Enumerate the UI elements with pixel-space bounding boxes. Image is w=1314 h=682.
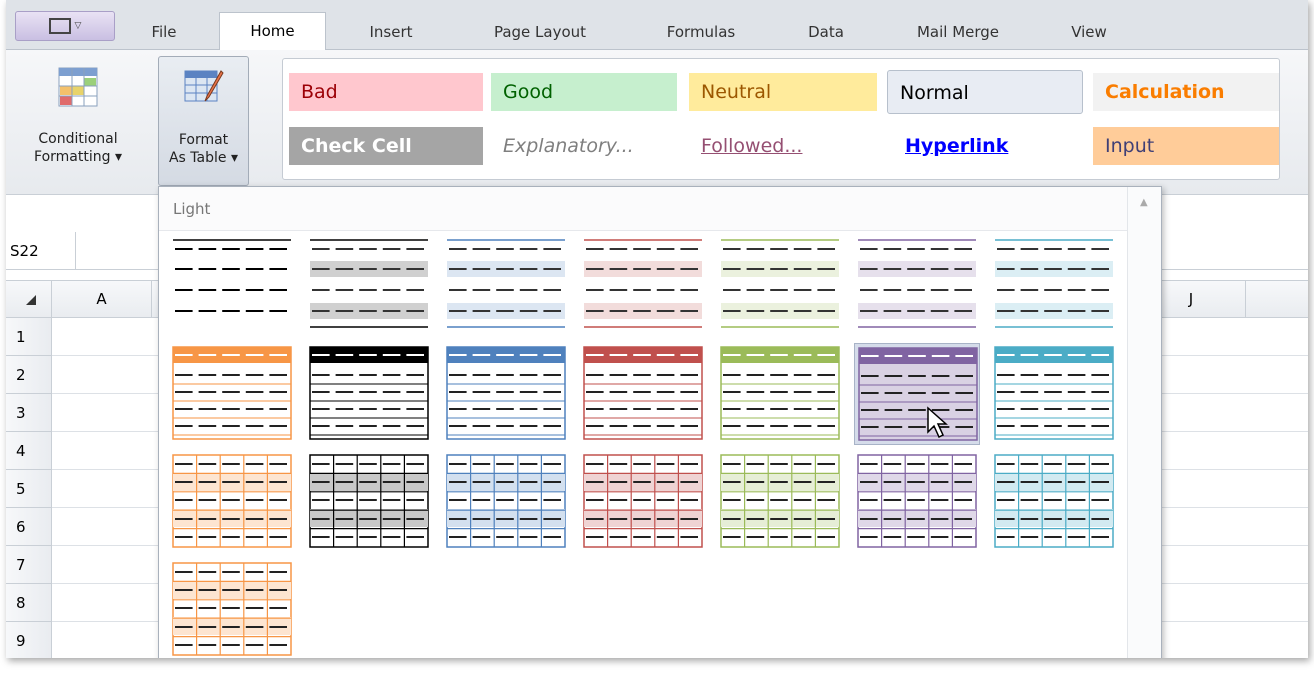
table-style-option[interactable] (169, 235, 295, 337)
row-header[interactable]: 1 (6, 318, 52, 356)
row-header[interactable]: 2 (6, 356, 52, 394)
tab-view[interactable]: View (1064, 14, 1114, 50)
row-header[interactable]: 7 (6, 546, 52, 584)
name-box[interactable]: S22 (6, 232, 76, 270)
row-header[interactable]: 6 (6, 508, 52, 546)
cell-style-calculation[interactable]: Calculation (1093, 73, 1279, 111)
table-style-option[interactable] (854, 235, 980, 337)
table-style-option[interactable] (580, 235, 706, 337)
cell-style-hyperlink[interactable]: Hyperlink (893, 127, 1083, 165)
mouse-pointer-icon (923, 404, 948, 439)
cell-style-good[interactable]: Good (491, 73, 677, 111)
application-menu-icon (48, 18, 71, 34)
row-header[interactable]: 9 (6, 622, 52, 658)
cell-style-check-cell[interactable]: Check Cell (289, 127, 483, 165)
table-style-option[interactable] (443, 451, 569, 553)
row-header[interactable]: 3 (6, 394, 52, 432)
cell-style-input[interactable]: Input (1093, 127, 1279, 165)
format-as-table-label-2: As Table ▾ (168, 150, 238, 166)
row-header[interactable]: 8 (6, 584, 52, 622)
dropdown-arrow-icon: ▽ (74, 21, 82, 31)
table-style-option[interactable] (717, 343, 843, 445)
conditional-formatting-label-1: Conditional (38, 131, 118, 147)
table-style-option[interactable] (717, 235, 843, 337)
application-menu-button[interactable]: ▽ (15, 11, 115, 41)
cell-style-neutral[interactable]: Neutral (689, 73, 877, 111)
scroll-up-icon: ▲ (1140, 197, 1148, 208)
table-style-option[interactable] (991, 235, 1117, 337)
tab-data[interactable]: Data (799, 14, 853, 50)
conditional-formatting-icon (57, 66, 99, 108)
column-header-a[interactable]: A (52, 281, 152, 317)
cell-style-followed-hyperlink[interactable]: Followed... (689, 127, 877, 165)
table-style-option[interactable] (169, 343, 295, 445)
cell-style-explanatory[interactable]: Explanatory... (491, 127, 677, 165)
conditional-formatting-button[interactable]: Conditional Formatting ▾ (20, 56, 136, 186)
table-style-option[interactable] (306, 235, 432, 337)
tab-insert[interactable]: Insert (358, 14, 424, 50)
table-style-option[interactable] (991, 343, 1117, 445)
ribbon-tab-bar: ▽ File Home Insert Page Layout Formulas … (6, 0, 1308, 51)
cell-styles-gallery: Bad Good Neutral Normal Calculation Chec… (282, 58, 1280, 180)
table-style-option[interactable] (306, 451, 432, 553)
spreadsheet-window: ▽ File Home Insert Page Layout Formulas … (6, 0, 1308, 658)
row-header[interactable]: 4 (6, 432, 52, 470)
cell-style-bad[interactable]: Bad (289, 73, 483, 111)
table-style-option[interactable] (169, 451, 295, 553)
table-style-option[interactable] (717, 451, 843, 553)
gallery-scrollbar[interactable]: ▲ (1127, 187, 1161, 658)
table-style-option[interactable] (854, 451, 980, 553)
ribbon-home: Conditional Formatting ▾ Format As Table… (6, 50, 1308, 195)
conditional-formatting-label-2: Formatting ▾ (34, 149, 122, 165)
format-as-table-icon (183, 67, 225, 109)
format-as-table-button[interactable]: Format As Table ▾ (158, 56, 249, 186)
table-style-option[interactable] (169, 559, 295, 658)
tab-home[interactable]: Home (219, 12, 326, 51)
cell-style-normal[interactable]: Normal (887, 70, 1083, 114)
tab-mail-merge[interactable]: Mail Merge (903, 14, 1013, 50)
tab-formulas[interactable]: Formulas (656, 14, 746, 50)
gallery-section-header: Light (159, 187, 1161, 231)
tab-page-layout[interactable]: Page Layout (480, 14, 600, 50)
table-style-option[interactable] (580, 451, 706, 553)
format-as-table-label-1: Format (178, 132, 229, 148)
tab-file[interactable]: File (143, 14, 185, 50)
select-all-corner[interactable] (6, 281, 52, 317)
table-style-option[interactable] (443, 343, 569, 445)
table-style-option[interactable] (991, 451, 1117, 553)
table-style-gallery: Light ▲ (158, 186, 1162, 658)
table-style-option[interactable] (854, 343, 980, 445)
table-style-option[interactable] (580, 343, 706, 445)
table-style-option[interactable] (306, 343, 432, 445)
table-style-option[interactable] (443, 235, 569, 337)
row-header[interactable]: 5 (6, 470, 52, 508)
